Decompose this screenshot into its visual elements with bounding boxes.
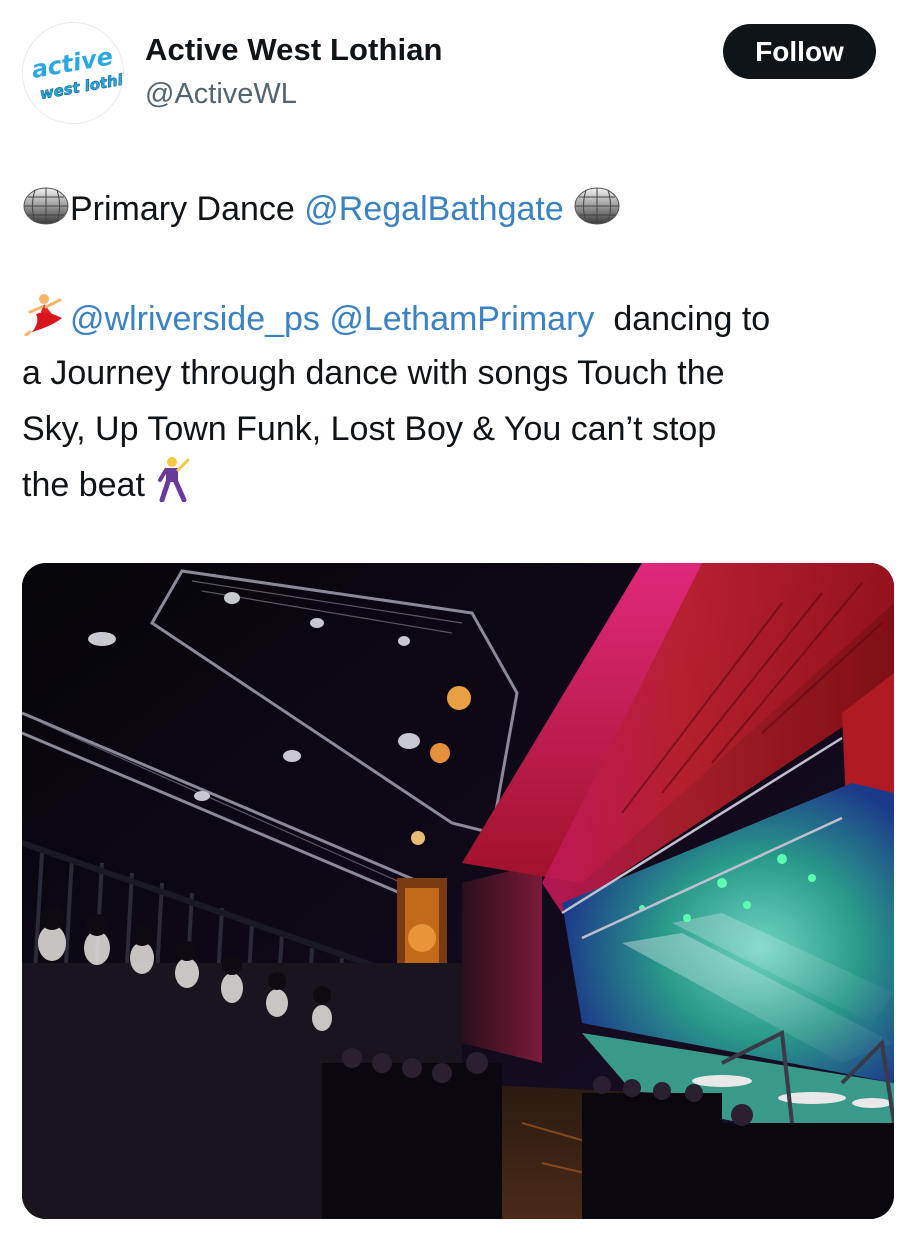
tweet-line-1: Primary Dance @RegalBathgate	[22, 182, 621, 242]
tweet-line-2: @wlriverside_ps @LethamPrimary dancing t…	[22, 292, 770, 352]
account-handle[interactable]: @ActiveWL	[145, 78, 297, 111]
tweet-line-4: Sky, Up Town Funk, Lost Boy & You can’t …	[22, 410, 717, 448]
mention-wlriverside-ps[interactable]: @wlriverside_ps	[70, 300, 320, 338]
woman-dancing-icon	[22, 292, 70, 352]
mirror-ball-icon	[573, 186, 621, 242]
theatre-photo	[22, 563, 894, 1219]
avatar[interactable]: active west lothian	[22, 22, 124, 124]
tweet-line-3: a Journey through dance with songs Touch…	[22, 354, 725, 392]
mirror-ball-icon	[22, 186, 70, 242]
tweet-text-dancing-to: dancing to	[613, 300, 771, 338]
tweet-text-primary-dance: Primary Dance	[70, 190, 295, 228]
tweet-header: active west lothian Active West Lothian …	[0, 0, 915, 140]
display-name[interactable]: Active West Lothian	[145, 32, 443, 68]
tweet-photo[interactable]	[22, 563, 894, 1219]
follow-button[interactable]: Follow	[723, 24, 876, 79]
mention-regalbathgate[interactable]: @RegalBathgate	[304, 190, 563, 228]
man-dancing-icon	[154, 456, 194, 518]
mention-lethamprimary[interactable]: @LethamPrimary	[329, 300, 594, 338]
active-west-lothian-logo: active west lothian	[23, 23, 123, 123]
tweet-line-5: the beat	[22, 456, 194, 518]
tweet-text-the-beat: the beat	[22, 466, 145, 504]
